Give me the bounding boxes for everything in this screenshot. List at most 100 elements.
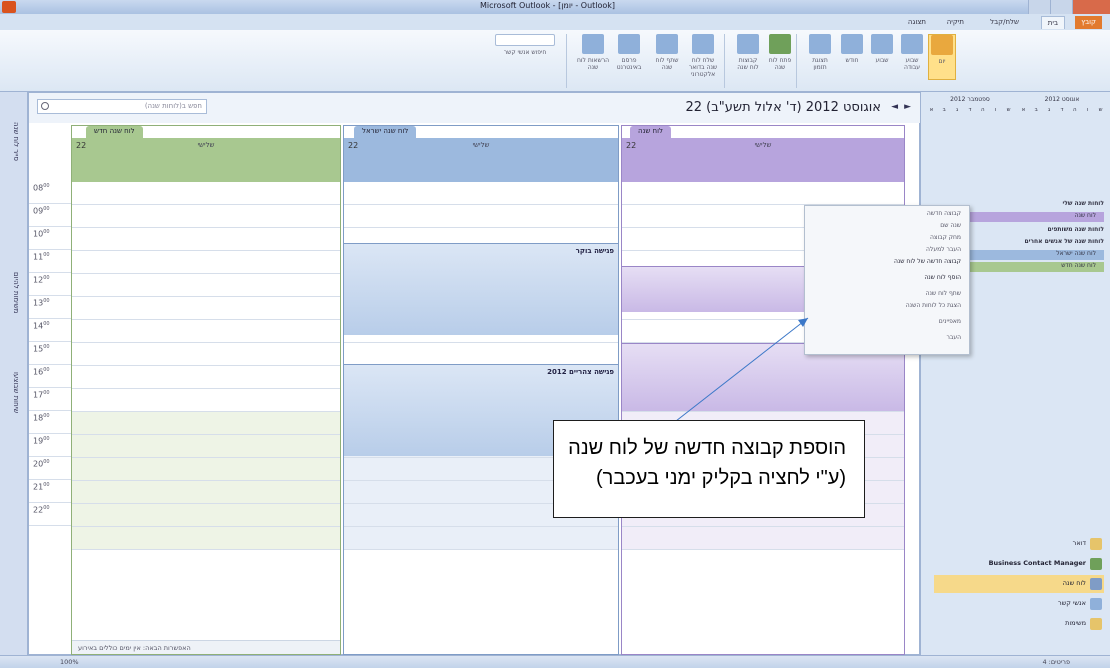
nav-item-bcm[interactable]: Business Contact Manager [934,555,1104,573]
time-label: 1200 [29,273,71,296]
callout-line-2: (ע"י לחציה בקליק ימני בעכבר) [595,467,846,489]
time-label: 1100 [29,250,71,273]
calendar-groups-button[interactable]: קבוצות לוח שנה [734,34,762,80]
menu-item[interactable]: מחק קבוצה [930,234,961,241]
tab-file[interactable]: קובץ [1075,16,1102,29]
maximize-button[interactable] [1050,0,1072,14]
menu-item-add-calendar[interactable]: הוסף לוח שנה [924,274,961,281]
callout-box: הוספת קבוצה חדשה של לוח שנה (ע"י לחציה ב… [553,420,865,518]
menu-item-new-calendar-group[interactable]: קבוצה חדשה של לוח שנה [894,258,961,265]
callout-line-1: הוספת קבוצה חדשה של לוח שנה [568,437,846,459]
work-week-button[interactable]: שבוע עבודה [898,34,926,80]
publish-online-button[interactable]: פרסם באינטרנט [612,34,646,80]
time-label: 2200 [29,503,71,526]
menu-item[interactable]: הצגת כל לוחות השנה [906,302,961,309]
calendar-item[interactable]: לוח שנה ישראל [954,250,1104,260]
mini-calendar-august[interactable]: אוגוסט 2012 אבגדהוש [1017,94,1107,182]
tab-home[interactable]: בית [1040,16,1065,29]
month-button[interactable]: חודש [838,34,866,80]
ribbon-tab-strip: קובץ בית שלח/קבל תיקיה תצוגה [0,14,1110,30]
outlook-window: Microsoft Outlook - [יומן - Outlook] קוב… [0,0,1110,668]
nav-item-tasks[interactable]: משימות [934,615,1104,633]
calendar-navigator-label[interactable]: סייר לוח שנה [8,122,20,262]
menu-item[interactable]: קבוצה חדשה [927,210,961,217]
calendar-view: חפש ב(לוחות שנה) 22 אוגוסט 2012 (ד' אלול… [28,92,921,655]
email-calendar-button[interactable]: שלח לוח שנה בדואר אלקטרוני [686,34,720,80]
day-name: שלישי [754,141,772,149]
calendar-group-shared[interactable]: לוחות שנה משותפים [1048,226,1104,236]
share-calendar-button[interactable]: שתף לוח שנה [650,34,684,80]
navigation-pane-collapsed[interactable]: סייר לוח שנה משימות להיום שיחות שבוצעו [0,92,28,655]
calendar-item[interactable]: לוח שנה [954,212,1104,222]
permissions-icon [582,34,604,54]
work-week-icon [901,34,923,54]
menu-item[interactable]: שתף לוח שנה [926,290,961,297]
calendar-column-blue[interactable]: לוח שנה ישראל 22 שלישי פגישה בוקר פגישה … [343,125,619,655]
find-contact-button[interactable]: חיפוש אנשי קשר [490,34,560,80]
calendar-item[interactable]: לוח שנה חדש [954,262,1104,272]
calendar-group-my-calendars[interactable]: לוחות שנה שלי [1063,200,1104,210]
time-label: 1600 [29,365,71,388]
tab-folder[interactable]: תיקיה [941,16,970,29]
day-name: שלישי [197,141,215,149]
time-label: 1000 [29,227,71,250]
calendar-tab[interactable]: לוח שנה ישראל [354,126,417,138]
time-label: 0900 [29,204,71,227]
next-appointment-status[interactable]: האפשרות הבאה: אין ימים כוללים באירוע [72,640,340,654]
nav-item-contacts[interactable]: אנשי קשר [934,595,1104,613]
outlook-logo-icon[interactable] [2,1,16,13]
tab-send-receive[interactable]: שלח/קבל [984,16,1025,29]
ribbon-separator [796,34,797,88]
open-calendar-icon [769,34,791,54]
todays-tasks-label[interactable]: משימות להיום [8,272,20,362]
time-ruler: 0800 0900 1000 1100 1200 1300 1400 1500 … [29,181,71,526]
calendar-group-others[interactable]: לוחות שנה של אנשים אחרים [1024,238,1104,248]
day-name: שלישי [472,141,490,149]
calendar-tab[interactable]: לוח שנה [630,126,672,138]
open-calendar-button[interactable]: פתח לוח שנה [766,34,794,80]
time-grid[interactable] [72,182,340,550]
day-view-button[interactable]: יום [928,34,956,80]
calendar-column-green[interactable]: לוח שנה חדש 22 שלישי האפשרות הבאה: אין י… [71,125,341,655]
menu-item[interactable]: שנה שם [940,222,961,229]
ribbon-separator [724,34,725,88]
appointment[interactable]: פגישה בוקר [344,243,618,335]
calendar-icon [1090,578,1102,590]
week-button[interactable]: שבוע [868,34,896,80]
menu-item[interactable]: העבר [946,334,961,341]
mini-calendar-september[interactable]: ספטמבר 2012 אבגדהוש [925,94,1015,182]
time-label: 2000 [29,457,71,480]
previous-day-arrow-icon[interactable]: ◄ [891,102,898,112]
status-bar: 100% פריטים: 4 [0,655,1110,668]
window-title: Microsoft Outlook - [יומן - Outlook] [480,1,616,10]
time-label: 1500 [29,342,71,365]
calendar-groups-icon [737,34,759,54]
day-header[interactable]: 22 שלישי [72,138,340,182]
menu-item[interactable]: מאפיינים [939,318,961,325]
calendar-search-input[interactable]: חפש ב(לוחות שנה) [37,99,207,114]
calendar-tab[interactable]: לוח שנה חדש [86,126,143,138]
day-header[interactable]: 22 שלישי [622,138,904,182]
schedule-view-button[interactable]: תצוגת תזמון [806,34,834,80]
next-day-arrow-icon[interactable]: ► [904,102,911,112]
to-do-bar: אוגוסט 2012 אבגדהוש ספטמבר 2012 אבגדהוש … [920,92,1110,655]
item-count: פריטים: 4 [1042,658,1070,666]
email-calendar-icon [692,34,714,54]
calendar-header: חפש ב(לוחות שנה) 22 אוגוסט 2012 (ד' אלול… [29,93,921,123]
day-header[interactable]: 22 שלישי [344,138,618,182]
day-icon [931,35,953,55]
time-label: 1300 [29,296,71,319]
menu-item[interactable]: העבר למעלה [926,246,961,253]
zoom-level[interactable]: 100% [60,658,79,666]
minimize-button[interactable] [1028,0,1050,14]
calls-label[interactable]: שיחות שבוצעו [8,372,20,432]
tab-view[interactable]: תצוגה [902,16,932,29]
calendar-permissions-button[interactable]: הרשאות לוח שנה [576,34,610,80]
schedule-icon [809,34,831,54]
time-label: 0800 [29,181,71,204]
time-label: 1700 [29,388,71,411]
nav-item-calendar[interactable]: לוח שנה [934,575,1104,593]
publish-icon [618,34,640,54]
close-button[interactable] [1072,0,1110,14]
nav-item-mail[interactable]: דואר [934,535,1104,553]
